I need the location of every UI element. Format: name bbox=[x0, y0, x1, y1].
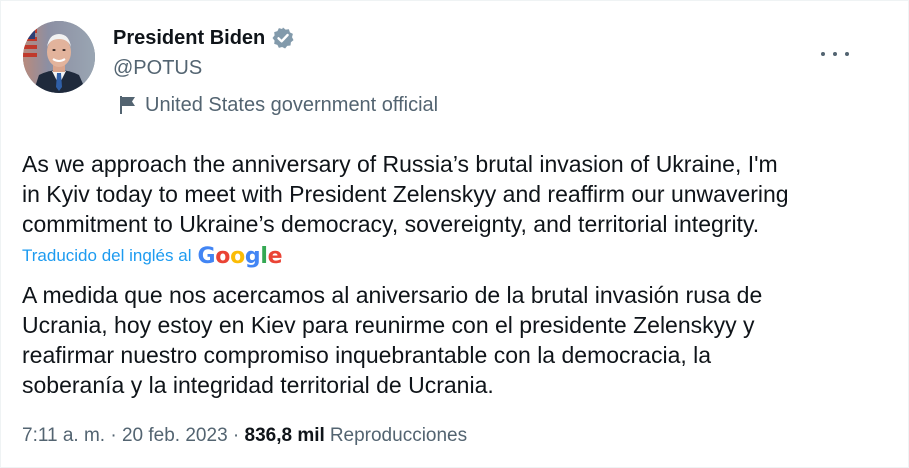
tweet-text-translated: A medida que nos acercamos al aniversari… bbox=[22, 280, 892, 400]
author-name[interactable]: President Biden bbox=[113, 27, 265, 50]
more-options-icon[interactable] bbox=[821, 45, 849, 63]
tweet-translated-line: A medida que nos acercamos al aniversari… bbox=[22, 282, 763, 308]
verified-badge-icon[interactable] bbox=[271, 26, 295, 50]
tweet-card: President Biden @POTUS United States gov… bbox=[0, 0, 909, 468]
author-name-row: President Biden bbox=[113, 23, 295, 53]
tweet-translated-line: reafirmar nuestro compromiso inquebranta… bbox=[22, 342, 712, 368]
meta-separator: · bbox=[227, 425, 245, 446]
government-label-text: United States government official bbox=[145, 93, 439, 116]
views-count[interactable]: 836,8 mil bbox=[245, 425, 325, 447]
tweet-header: President Biden @POTUS United States gov… bbox=[21, 19, 881, 116]
author-handle[interactable]: @POTUS bbox=[113, 57, 202, 80]
government-label[interactable]: United States government official bbox=[119, 91, 438, 119]
meta-separator: · bbox=[105, 425, 122, 446]
avatar[interactable] bbox=[23, 21, 95, 93]
flag-icon bbox=[119, 95, 137, 115]
tweet-translated-line: Ucrania, hoy estoy en Kiev para reunirme… bbox=[22, 312, 755, 338]
tweet-meta: 7:11 a. m. · 20 feb. 2023 · 836,8 mil Rep… bbox=[22, 423, 467, 449]
views-label: Reproducciones bbox=[329, 425, 468, 446]
translation-notice-text: Traducido del inglés al bbox=[22, 246, 192, 265]
avatar-portrait-image bbox=[23, 21, 95, 93]
tweet-date[interactable]: 20 feb. 2023 bbox=[122, 425, 228, 447]
tweet-text-original: As we approach the anniversary of Russia… bbox=[22, 149, 892, 239]
tweet-text-line: in Kyiv today to meet with President Zel… bbox=[22, 181, 789, 207]
tweet-translated-line: soberanía y la integridad territorial de… bbox=[22, 372, 494, 398]
google-logo: Google bbox=[197, 243, 283, 269]
tweet-text-line: commitment to Ukraine’s democracy, sover… bbox=[22, 211, 760, 237]
translation-notice[interactable]: Traducido del inglés al Google bbox=[22, 242, 283, 270]
tweet-text-line: As we approach the anniversary of Russia… bbox=[22, 151, 778, 177]
tweet-time[interactable]: 7:11 a. m. bbox=[22, 425, 105, 447]
